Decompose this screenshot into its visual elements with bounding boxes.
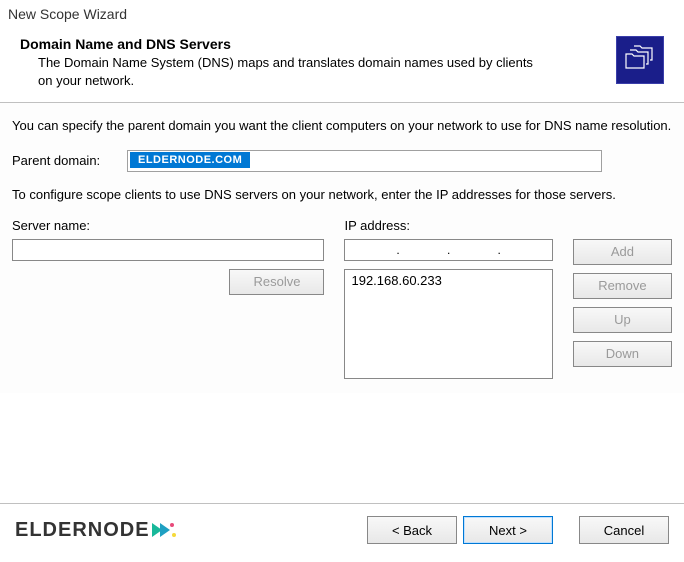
remove-button[interactable]: Remove xyxy=(573,273,672,299)
wizard-header: Domain Name and DNS Servers The Domain N… xyxy=(0,28,684,102)
wizard-content: You can specify the parent domain you wa… xyxy=(0,103,684,392)
cancel-button[interactable]: Cancel xyxy=(579,516,669,544)
instruction-dns-servers: To configure scope clients to use DNS se… xyxy=(12,186,672,204)
wizard-footer: ELDERNODE < Back Next > Cancel xyxy=(0,503,684,562)
parent-domain-label: Parent domain: xyxy=(12,153,127,168)
resolve-button[interactable]: Resolve xyxy=(229,269,324,295)
header-description: The Domain Name System (DNS) maps and tr… xyxy=(20,54,540,90)
back-button[interactable]: < Back xyxy=(367,516,457,544)
logo-arrow-icon xyxy=(152,519,178,541)
up-button[interactable]: Up xyxy=(573,307,672,333)
eldernode-logo: ELDERNODE xyxy=(15,519,178,542)
window-title: New Scope Wizard xyxy=(0,0,684,28)
down-button[interactable]: Down xyxy=(573,341,672,367)
ip-list-item[interactable]: 192.168.60.233 xyxy=(349,272,547,289)
ip-address-label: IP address: xyxy=(344,218,552,233)
header-title: Domain Name and DNS Servers xyxy=(20,36,606,52)
ip-address-input[interactable]: . . . xyxy=(344,239,552,261)
folders-icon xyxy=(616,36,664,84)
logo-text: ELDERNODE xyxy=(15,519,150,542)
instruction-parent-domain: You can specify the parent domain you wa… xyxy=(12,117,672,135)
parent-domain-value: ELDERNODE.COM xyxy=(130,152,250,168)
ip-address-list[interactable]: 192.168.60.233 xyxy=(344,269,552,379)
server-name-label: Server name: xyxy=(12,218,324,233)
parent-domain-input[interactable]: ELDERNODE.COM xyxy=(127,150,602,172)
add-button[interactable]: Add xyxy=(573,239,672,265)
server-name-input[interactable] xyxy=(12,239,324,261)
parent-domain-row: Parent domain: ELDERNODE.COM xyxy=(12,150,672,172)
next-button[interactable]: Next > xyxy=(463,516,553,544)
